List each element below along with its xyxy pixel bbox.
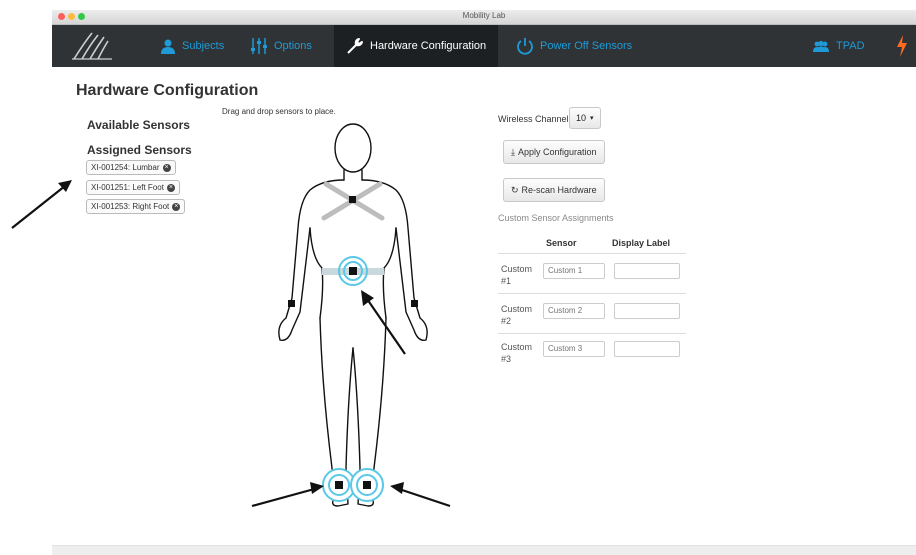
nav-subjects[interactable]: Subjects [152,25,232,67]
wireless-channel-select[interactable]: 10 ▾ [569,107,601,129]
sliders-icon [251,38,267,54]
remove-sensor-icon[interactable]: × [166,183,175,192]
custom-display-label-input[interactable] [614,341,680,357]
mobility-lab-logo [72,32,112,60]
window-titlebar: Mobility Lab [52,10,916,25]
custom-sensor-input[interactable] [543,263,605,279]
group-icon [813,40,829,52]
wrench-icon [347,38,363,54]
remove-sensor-icon[interactable]: × [172,202,181,211]
sensor-column-header: Sensor [546,238,577,248]
window-title: Mobility Lab [462,11,506,20]
apply-configuration-label: Apply Configuration [517,147,597,157]
wireless-channel-value: 10 [576,113,587,123]
nav-hardware-configuration[interactable]: Hardware Configuration [334,25,499,67]
download-icon: ⤓ [511,146,515,157]
apply-configuration-button[interactable]: ⤓ Apply Configuration [503,140,605,164]
nav-user-menu[interactable]: TPAD [804,25,873,67]
nav-user-label: TPAD [836,40,865,52]
custom-row-label: Custom #3 [501,342,533,364]
nav-power-off-sensors[interactable]: Power Off Sensors [508,25,640,67]
nav-hardware-configuration-label: Hardware Configuration [370,40,487,52]
refresh-icon: ↻ [511,184,519,195]
custom-assignments-heading: Custom Sensor Assignments [498,213,614,223]
custom-display-label-input[interactable] [614,263,680,279]
custom-sensor-input[interactable] [543,341,605,357]
rescan-hardware-label: Re-scan Hardware [521,185,597,195]
assigned-sensor-tag[interactable]: XI-001251: Left Foot × [86,180,180,195]
custom-row-label: Custom #2 [501,304,533,326]
drag-drop-hint: Drag and drop sensors to place. [222,107,336,116]
custom-sensor-input[interactable] [543,303,605,319]
custom-row-label: Custom #1 [501,264,533,286]
annotation-arrow-icon [361,290,406,355]
nav-power-off-label: Power Off Sensors [540,40,633,52]
top-nav-bar: Subjects Options Hardware Configuration … [52,25,916,67]
assigned-sensor-label: XI-001253: Right Foot [91,202,170,211]
custom-display-label-input[interactable] [614,303,680,319]
table-divider [498,333,686,334]
annotation-arrow-icon [11,180,72,229]
page-title: Hardware Configuration [76,82,259,99]
nav-subjects-label: Subjects [182,40,225,52]
assigned-sensor-tag[interactable]: XI-001253: Right Foot × [86,199,186,214]
display-label-column-header: Display Label [612,238,671,248]
table-divider [498,293,686,294]
available-sensors-heading: Available Sensors [87,118,190,132]
power-icon [517,38,533,55]
nav-options-label: Options [274,40,312,52]
table-divider [498,253,686,254]
assigned-sensor-label: XI-001251: Left Foot [91,183,164,192]
caret-down-icon: ▾ [590,115,594,122]
annotation-arrow-icon [390,482,451,508]
wireless-channel-label: Wireless Channel: [498,114,572,124]
assigned-sensor-tag[interactable]: XI-001254: Lumbar × [86,160,176,175]
lightning-bolt-icon[interactable] [896,35,908,57]
assigned-sensors-heading: Assigned Sensors [87,143,192,157]
person-icon [161,39,175,54]
annotation-arrow-icon [251,482,324,508]
assigned-sensor-label: XI-001254: Lumbar [91,163,160,172]
remove-sensor-icon[interactable]: × [162,163,171,172]
rescan-hardware-button[interactable]: ↻ Re-scan Hardware [503,178,605,202]
nav-options[interactable]: Options [242,25,320,67]
